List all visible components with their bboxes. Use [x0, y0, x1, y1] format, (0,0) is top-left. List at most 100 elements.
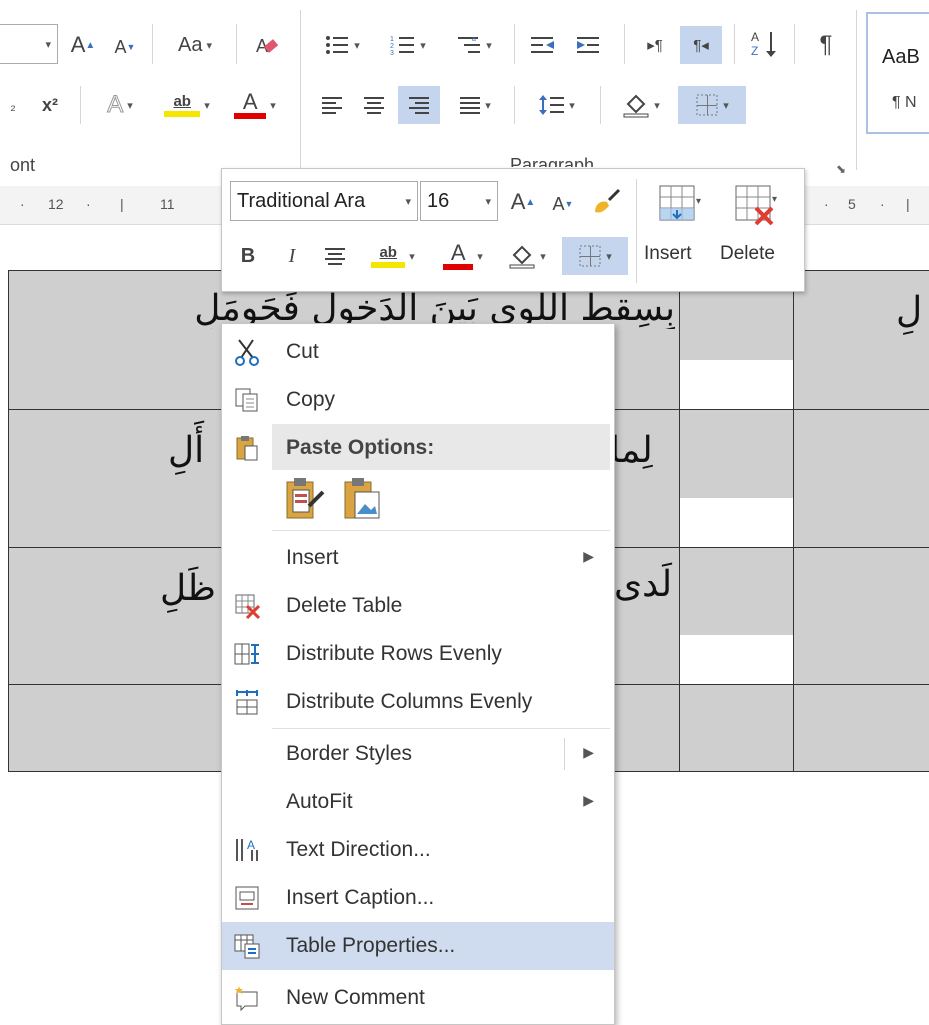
ruler-tick: · — [86, 196, 91, 212]
menu-item-copy[interactable]: Copy — [222, 376, 614, 424]
paste-picture-button[interactable] — [338, 474, 386, 524]
menu-item-delete-table[interactable]: Delete Table — [222, 582, 614, 630]
chevron-down-icon: ▾ — [420, 39, 426, 52]
chevron-down-icon: ▾ — [606, 250, 612, 263]
new-comment-icon — [232, 984, 262, 1012]
align-center-button[interactable] — [356, 86, 392, 124]
change-case-button[interactable]: Aa ▾ — [162, 26, 228, 64]
font-size-value: 16 — [427, 189, 450, 212]
svg-text:Z: Z — [751, 44, 758, 58]
bold-button[interactable]: B — [234, 237, 262, 275]
font-size-dropdown[interactable]: ▾ — [0, 24, 58, 64]
grow-font-button[interactable]: A ▲ — [66, 26, 100, 64]
menu-item-insert[interactable]: Insert ▶ — [222, 534, 614, 582]
decrease-indent-button[interactable] — [524, 26, 562, 64]
grow-font-button[interactable]: A ▲ — [506, 183, 540, 221]
borders-icon — [579, 245, 601, 267]
line-spacing-button[interactable]: ▾ — [526, 86, 588, 124]
menu-item-table-properties[interactable]: Table Properties... — [222, 922, 614, 970]
styles-gallery-item[interactable]: AaB ¶ N — [866, 12, 929, 134]
chevron-down-icon: ▾ — [204, 99, 210, 112]
chevron-down-icon: ▾ — [486, 39, 492, 52]
font-color-button[interactable]: A ▾ — [224, 86, 286, 124]
borders-button[interactable]: ▾ — [562, 237, 628, 275]
distribute-columns-icon — [232, 688, 262, 716]
menu-item-cut[interactable]: Cut — [222, 328, 614, 376]
menu-item-autofit[interactable]: AutoFit ▶ — [222, 778, 614, 826]
format-painter-button[interactable] — [586, 183, 626, 221]
chevron-down-icon: ▾ — [409, 250, 415, 263]
highlight-color-button[interactable]: ab ▾ — [156, 86, 218, 124]
italic-button[interactable]: I — [278, 237, 306, 275]
align-center-icon — [325, 248, 345, 265]
toolbar-divider — [636, 179, 637, 283]
table-cell-gap — [680, 635, 793, 684]
dialog-launcher-icon[interactable]: ⬊ — [836, 162, 846, 176]
table-cell[interactable] — [793, 547, 929, 685]
verse-fragment: أَلِ — [168, 430, 205, 471]
menu-item-label: Delete Table — [286, 594, 403, 617]
center-align-button[interactable] — [318, 237, 352, 275]
align-right-button[interactable] — [398, 86, 440, 124]
font-size-combobox[interactable]: 16 ▾ — [420, 181, 498, 221]
chevron-down-icon: ▾ — [723, 99, 729, 112]
menu-item-text-direction[interactable]: A Text Direction... — [222, 826, 614, 874]
bullets-button[interactable]: ▾ — [312, 26, 372, 64]
delete-table-button[interactable]: ▾ — [722, 177, 788, 233]
clipboard-icon — [232, 434, 262, 462]
numbering-button[interactable]: 1 2 3 ▾ — [378, 26, 438, 64]
table-cell[interactable] — [793, 684, 929, 772]
multilevel-list-button[interactable]: a ▾ — [444, 26, 504, 64]
shading-button[interactable]: ▾ — [610, 86, 672, 124]
submenu-arrow-icon[interactable]: ▶ — [583, 744, 594, 761]
justify-button[interactable]: ▾ — [446, 86, 504, 124]
table-cell[interactable] — [679, 684, 794, 772]
menu-item-new-comment[interactable]: New Comment — [222, 974, 614, 1022]
svg-text:▾: ▾ — [696, 196, 701, 207]
show-marks-button[interactable]: ¶ — [806, 26, 846, 64]
shading-button[interactable]: ▾ — [498, 237, 556, 275]
menu-item-distribute-rows[interactable]: Distribute Rows Evenly — [222, 630, 614, 678]
font-color-button[interactable]: A ▾ — [432, 237, 494, 275]
justify-icon — [460, 97, 481, 114]
menu-separator — [272, 530, 610, 531]
chevron-down-icon[interactable]: ▾ — [485, 195, 491, 208]
chevron-down-icon: ▾ — [206, 39, 212, 52]
insert-table-button[interactable]: ▾ — [646, 177, 712, 233]
align-left-button[interactable] — [314, 86, 350, 124]
submenu-arrow-icon: ▶ — [583, 548, 594, 564]
superscript-button[interactable]: x² — [32, 86, 68, 124]
context-menu: Cut Copy Paste Options: Insert ▶ Delete … — [221, 323, 615, 1025]
text-effects-button[interactable]: A ▾ — [92, 86, 148, 124]
chevron-down-icon[interactable]: ▾ — [405, 195, 411, 208]
chevron-down-icon: ▾ — [485, 99, 491, 112]
delete-label[interactable]: Delete — [720, 243, 775, 265]
ltr-direction-button[interactable]: ▸¶ — [636, 26, 674, 64]
paragraph-group-label: Paragraph — [510, 155, 595, 167]
font-name-combobox[interactable]: Traditional Ara ▾ — [230, 181, 418, 221]
menu-item-insert-caption[interactable]: Insert Caption... — [222, 874, 614, 922]
clear-formatting-button[interactable]: A — [246, 26, 286, 64]
borders-icon — [696, 94, 718, 116]
increase-indent-button[interactable] — [570, 26, 608, 64]
chevron-down-icon: ▾ — [354, 39, 360, 52]
table-properties-icon — [232, 932, 262, 960]
increase-indent-icon — [577, 37, 599, 53]
sort-button[interactable]: AZ — [744, 24, 784, 64]
table-cell[interactable] — [793, 409, 929, 548]
borders-button[interactable]: ▾ — [678, 86, 746, 124]
rtl-direction-button[interactable]: ¶◂ — [680, 26, 722, 64]
subscript-button[interactable]: ₂ — [2, 86, 24, 124]
ribbon-divider — [80, 86, 81, 124]
shrink-font-button[interactable]: A ▼ — [546, 187, 580, 221]
menu-item-label: Copy — [286, 388, 336, 411]
numbering-icon: 123 — [390, 36, 415, 56]
highlight-color-button[interactable]: ab ▾ — [360, 237, 426, 275]
menu-item-border-styles[interactable]: Border Styles ▶ — [222, 730, 614, 778]
paste-keep-source-button[interactable] — [280, 474, 328, 524]
insert-label[interactable]: Insert — [644, 243, 692, 265]
ribbon-divider — [514, 86, 515, 124]
align-center-icon — [364, 97, 384, 114]
menu-item-distribute-columns[interactable]: Distribute Columns Evenly — [222, 678, 614, 726]
shrink-font-button[interactable]: A ▼ — [108, 30, 142, 64]
